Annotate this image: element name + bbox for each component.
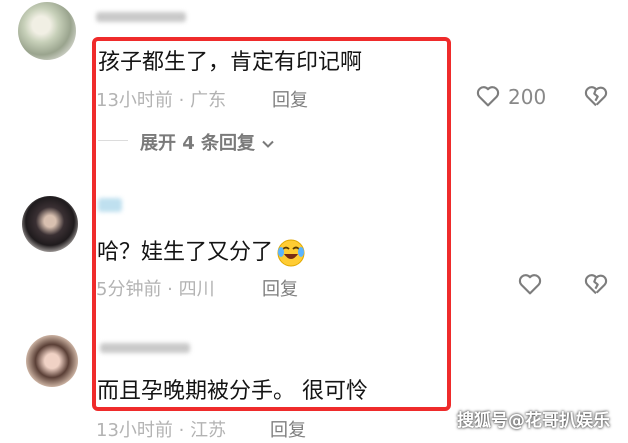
avatar[interactable] xyxy=(22,196,78,252)
highlight-box xyxy=(92,37,451,411)
watermark: 搜狐号@花哥扒娱乐 xyxy=(457,411,610,431)
broken-heart-icon[interactable] xyxy=(582,270,610,298)
avatar[interactable] xyxy=(26,335,78,387)
broken-heart-icon[interactable] xyxy=(582,82,610,110)
comment-meta: 13小时前 · 江苏 xyxy=(96,420,227,441)
heart-icon[interactable] xyxy=(516,270,544,298)
heart-icon[interactable] xyxy=(474,82,502,110)
username-blurred[interactable] xyxy=(96,12,186,22)
reply-button[interactable]: 回复 xyxy=(270,416,306,442)
avatar[interactable] xyxy=(18,2,76,60)
like-count: 200 xyxy=(508,85,547,109)
